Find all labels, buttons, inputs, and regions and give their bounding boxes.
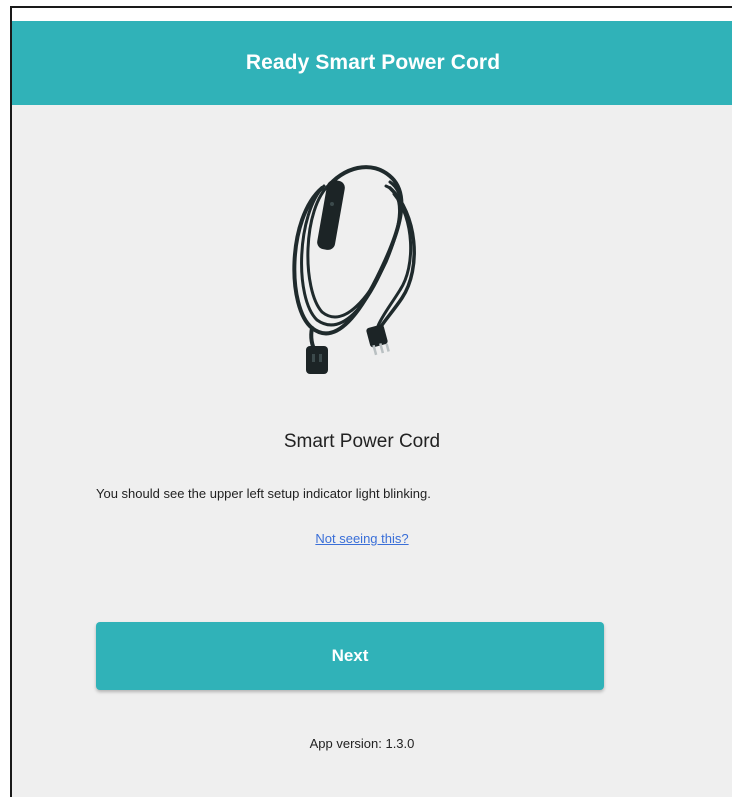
top-strip (12, 8, 732, 21)
setup-instruction: You should see the upper left setup indi… (96, 486, 431, 501)
app-window: Ready Smart Power Cord Smart Power Cord … (10, 6, 732, 797)
next-button[interactable]: Next (96, 622, 604, 690)
page-title: Ready Smart Power Cord (245, 51, 501, 74)
app-version: App version: 1.3.0 (309, 736, 415, 751)
not-seeing-this-link[interactable]: Not seeing this? (12, 531, 712, 546)
power-cord-image (292, 165, 416, 374)
product-name: Smart Power Cord (283, 431, 441, 452)
header-bar: Ready Smart Power Cord (12, 21, 732, 105)
